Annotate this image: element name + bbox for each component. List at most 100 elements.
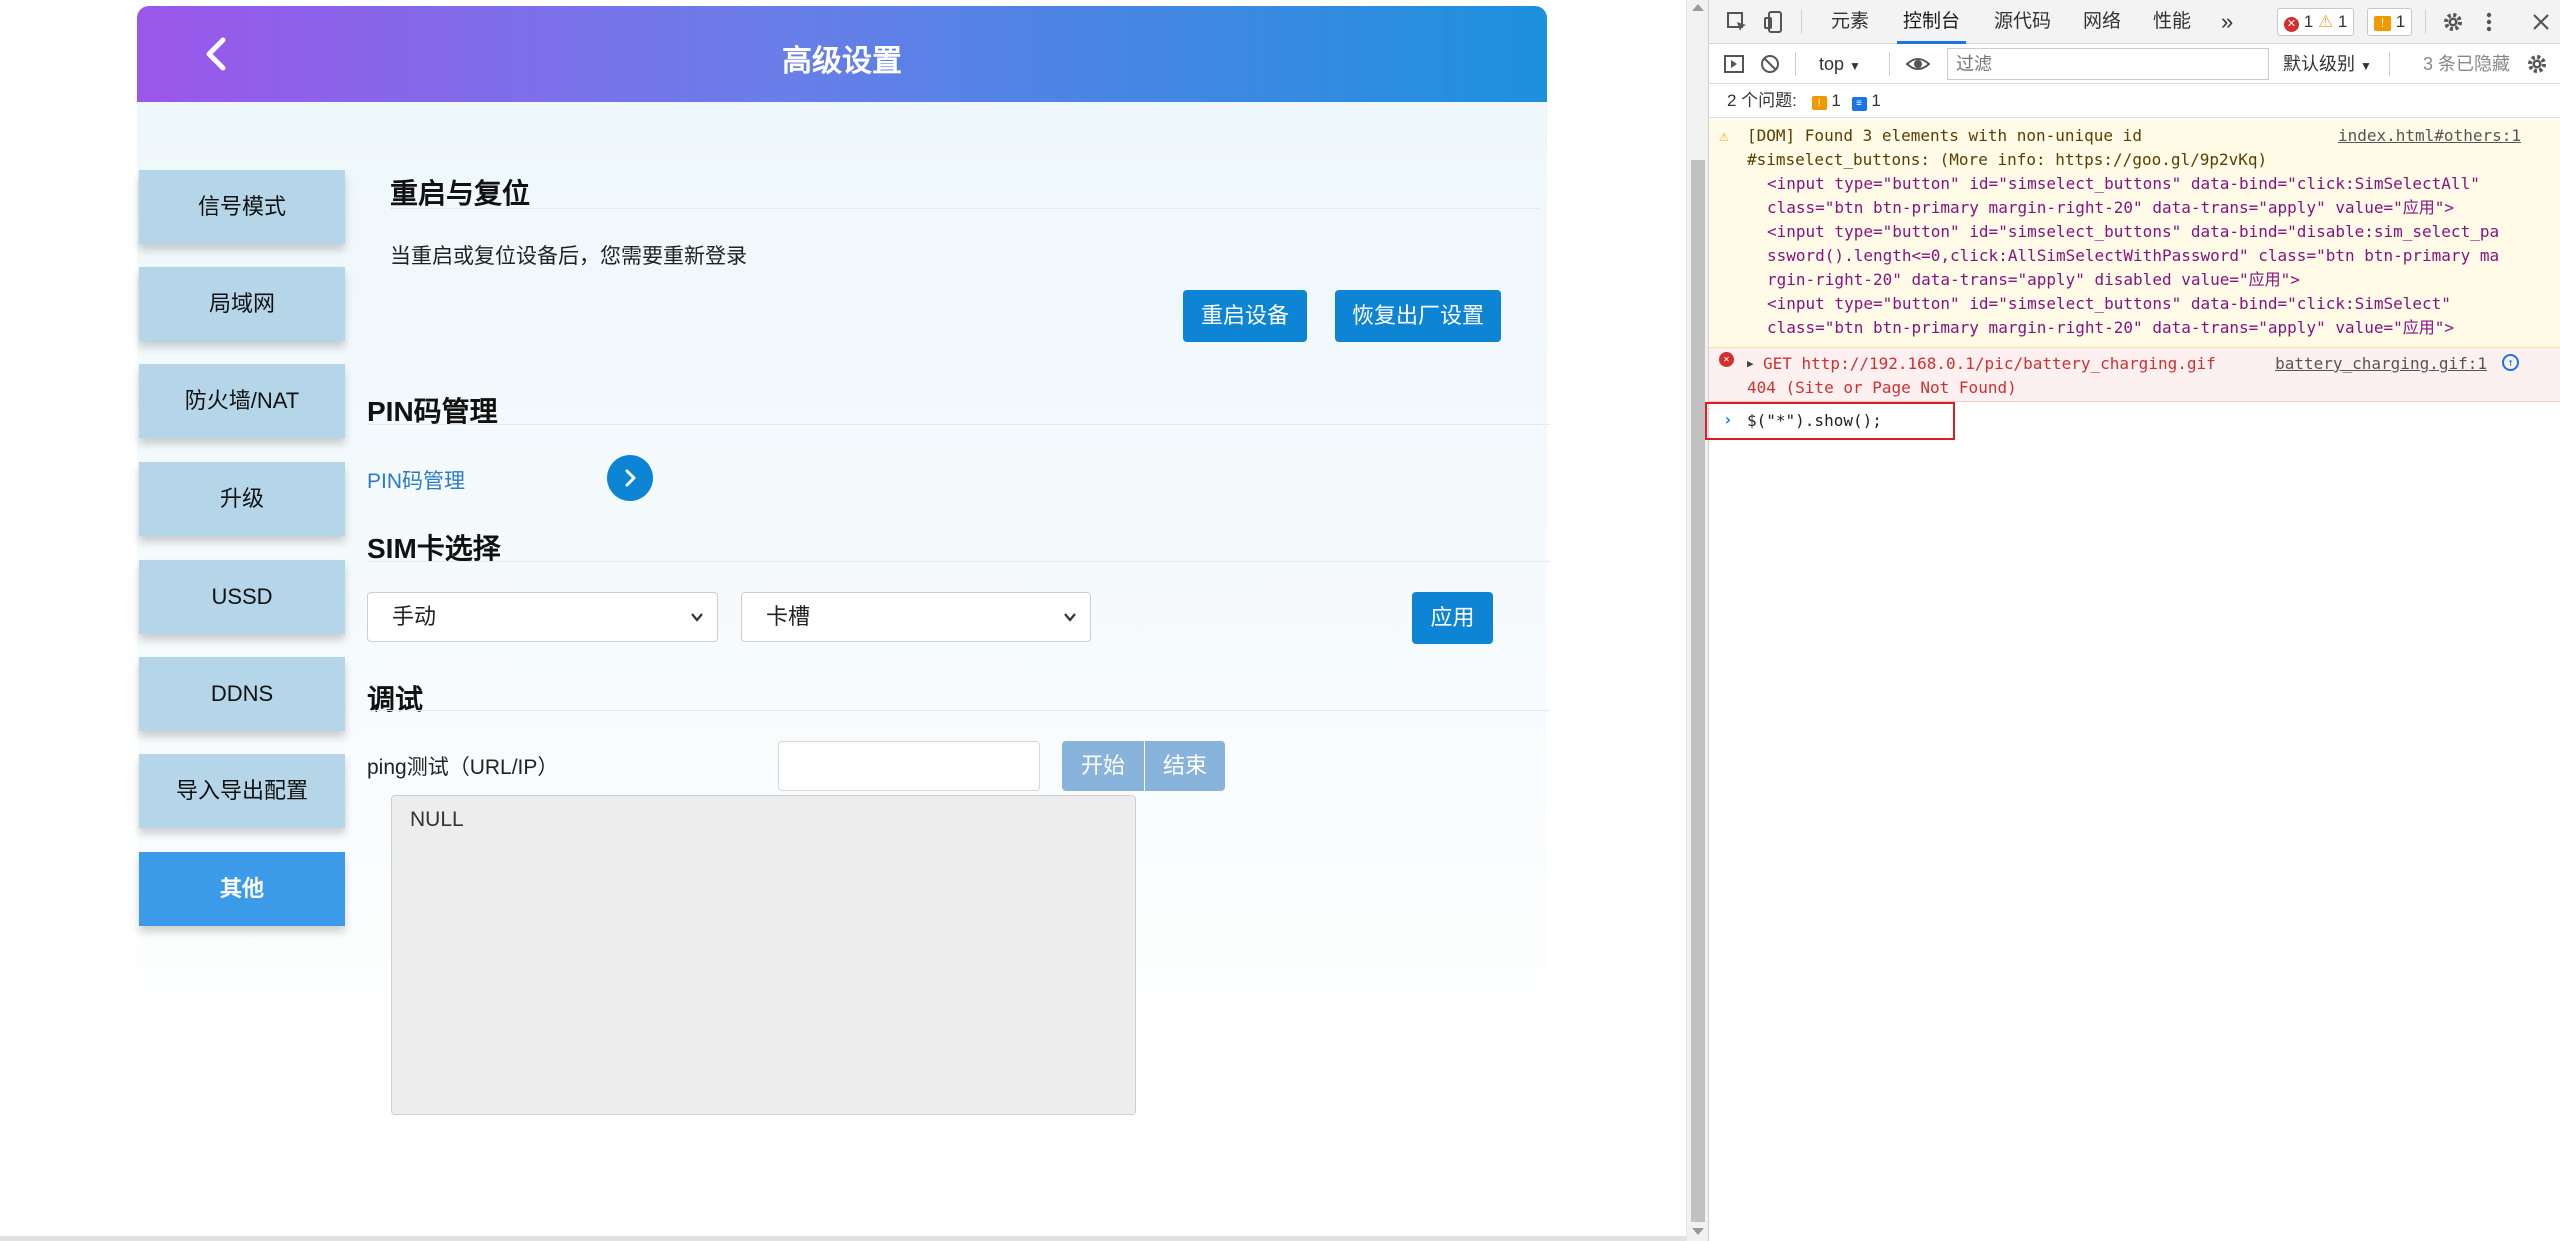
console-command-text[interactable]: $("*").show(); [1747, 409, 1882, 433]
context-value: top [1819, 54, 1845, 74]
dropdown-arrow-icon: ▼ [2360, 59, 2372, 73]
warning-line[interactable]: <input type="button" id="simselect_butto… [1767, 172, 2480, 196]
error-icon: ✕ [1719, 352, 1734, 367]
router-admin-page: 高级设置 信号模式 局域网 防火墙/NAT 升级 USSD DDNS 导入导出配… [0, 0, 1686, 1241]
page-scrollbar[interactable] [1686, 0, 1708, 1241]
sidebar-item-firewall-nat[interactable]: 防火墙/NAT [139, 364, 345, 438]
error-request-line[interactable]: GET http://192.168.0.1/pic/battery_charg… [1763, 352, 2216, 376]
warning-icon: ⚠ [2317, 12, 2334, 31]
pin-manage-link[interactable]: PIN码管理 [367, 465, 465, 495]
ping-stop-button[interactable]: 结束 [1145, 741, 1225, 791]
issues-label: 2 个问题: [1727, 91, 1797, 110]
sim-slot-value: 卡槽 [766, 604, 811, 629]
debug-section-title: 调试 [367, 684, 424, 715]
toolbar-divider [2389, 52, 2390, 76]
console-filter-input[interactable] [1947, 48, 2269, 80]
issue-warning-count: 1 [1831, 91, 1841, 110]
ping-start-button[interactable]: 开始 [1062, 741, 1144, 791]
console-toolbar: top ▼ 默认级别 ▼ 3 条已隐藏 [1709, 44, 2560, 84]
sim-slot-select[interactable]: 卡槽 [741, 592, 1091, 642]
page-title: 高级设置 [782, 45, 902, 78]
tab-network[interactable]: 网络 [2083, 0, 2121, 44]
chevron-down-icon [1064, 613, 1076, 622]
log-levels-value: 默认级别 [2283, 54, 2355, 74]
issues-count: 1 [2395, 12, 2406, 31]
page-bottom-border [0, 1236, 1686, 1241]
factory-reset-button[interactable]: 恢复出厂设置 [1335, 290, 1501, 342]
sidebar-item-other[interactable]: 其他 [139, 852, 345, 926]
clear-console-icon[interactable] [1759, 53, 1781, 75]
warning-line[interactable]: class="btn btn-primary margin-right-20" … [1767, 196, 2454, 220]
tab-console[interactable]: 控制台 [1897, 0, 1967, 44]
toolbar-divider [1889, 52, 1890, 76]
chevron-right-icon [625, 469, 636, 487]
issue-warning-icon: ! [1811, 96, 1827, 110]
context-select[interactable]: top ▼ [1819, 44, 1861, 84]
error-icon: ✕ [2284, 17, 2299, 32]
tab-sources[interactable]: 源代码 [1994, 0, 2051, 44]
prompt-chevron-icon: › [1723, 410, 1733, 429]
scroll-up-icon[interactable] [1692, 4, 1704, 11]
tab-elements[interactable]: 元素 [1831, 0, 1869, 44]
error-status-line: 404 (Site or Page Not Found) [1747, 378, 2017, 397]
sim-mode-select[interactable]: 手动 [367, 592, 718, 642]
warning-line[interactable]: class="btn btn-primary margin-right-20" … [1767, 316, 2454, 340]
ping-output-textarea[interactable]: NULL [391, 795, 1136, 1115]
toolbar-divider [1801, 10, 1802, 34]
ping-label: ping测试（URL/IP） [367, 756, 559, 779]
issue-info-count: 1 [1871, 91, 1881, 110]
warning-source-link[interactable]: index.html#others:1 [2338, 124, 2521, 148]
warning-line[interactable]: <input type="button" id="simselect_butto… [1767, 292, 2451, 316]
expand-triangle-icon[interactable]: ▶ [1747, 352, 1754, 376]
hidden-count: 3 条已隐藏 [2423, 54, 2511, 74]
sidebar-item-ddns[interactable]: DDNS [139, 657, 345, 731]
network-request-icon[interactable]: ↑ [2502, 354, 2519, 371]
devtools-tab-bar: 元素 控制台 源代码 网络 性能 » ✕ 1 ⚠ 1 ! 1 [1709, 0, 2560, 44]
scrollbar-thumb[interactable] [1691, 160, 1705, 1222]
device-toolbar-icon[interactable] [1763, 10, 1787, 34]
toolbar-divider [2425, 10, 2426, 34]
reboot-button[interactable]: 重启设备 [1183, 290, 1307, 342]
more-options-icon[interactable] [2481, 10, 2497, 34]
sidebar-item-ussd[interactable]: USSD [139, 560, 345, 634]
devtools-panel: 元素 控制台 源代码 网络 性能 » ✕ 1 ⚠ 1 ! 1 top ▼ 过滤 … [1705, 0, 2560, 1241]
close-icon[interactable] [2531, 12, 2551, 32]
dropdown-arrow-icon: ▼ [1849, 59, 1861, 73]
scroll-down-icon[interactable] [1692, 1228, 1704, 1235]
console-settings-gear-icon[interactable] [2525, 52, 2549, 76]
sim-apply-button[interactable]: 应用 [1412, 592, 1493, 644]
error-warning-badge[interactable]: ✕ 1 ⚠ 1 [2277, 8, 2355, 36]
warning-line[interactable]: rgin-right-20" data-trans="apply" disabl… [1767, 268, 2300, 292]
settings-gear-icon[interactable] [2441, 10, 2465, 34]
issues-badge[interactable]: ! 1 [2367, 8, 2413, 36]
toolbar-divider [1795, 52, 1796, 76]
warning-count: 1 [2337, 12, 2348, 31]
error-count: 1 [2303, 12, 2314, 31]
tab-performance[interactable]: 性能 [2153, 0, 2191, 44]
console-error-message: ✕ ▶ GET http://192.168.0.1/pic/battery_c… [1709, 348, 2560, 402]
log-levels-select[interactable]: 默认级别 ▼ [2283, 44, 2372, 84]
sidebar-item-lan[interactable]: 局域网 [139, 267, 345, 341]
issue-icon: ! [2374, 16, 2391, 31]
warning-icon: ⚠ [1719, 126, 1729, 145]
pin-manage-go-button[interactable] [607, 455, 653, 501]
sidebar-item-upgrade[interactable]: 升级 [139, 462, 345, 536]
section-divider [367, 424, 1550, 425]
section-divider [367, 710, 1550, 711]
warning-line[interactable]: <input type="button" id="simselect_butto… [1767, 220, 2499, 244]
warning-line[interactable]: ssword().length<=0,click:AllSimSelectWit… [1767, 244, 2499, 268]
live-expression-eye-icon[interactable] [1905, 53, 1931, 75]
more-tabs-button[interactable]: » [2221, 0, 2233, 44]
sim-mode-value: 手动 [392, 604, 437, 629]
sidebar-item-import-export[interactable]: 导入导出配置 [139, 754, 345, 828]
warning-line: [DOM] Found 3 elements with non-unique i… [1747, 126, 2142, 145]
issues-bar[interactable]: 2 个问题: ! 1 ≡ 1 [1709, 84, 2560, 118]
sidebar-item-signal-mode[interactable]: 信号模式 [139, 170, 345, 244]
warning-line: #simselect_buttons: (More info: https://… [1747, 150, 2268, 169]
reboot-note: 当重启或复位设备后，您需要重新登录 [390, 245, 747, 268]
page-header: 高级设置 [137, 6, 1547, 102]
ping-input[interactable] [778, 741, 1040, 791]
error-source-link[interactable]: battery_charging.gif:1 [2275, 352, 2487, 376]
inspect-element-icon[interactable] [1725, 10, 1749, 34]
show-sidebar-icon[interactable] [1723, 53, 1745, 75]
